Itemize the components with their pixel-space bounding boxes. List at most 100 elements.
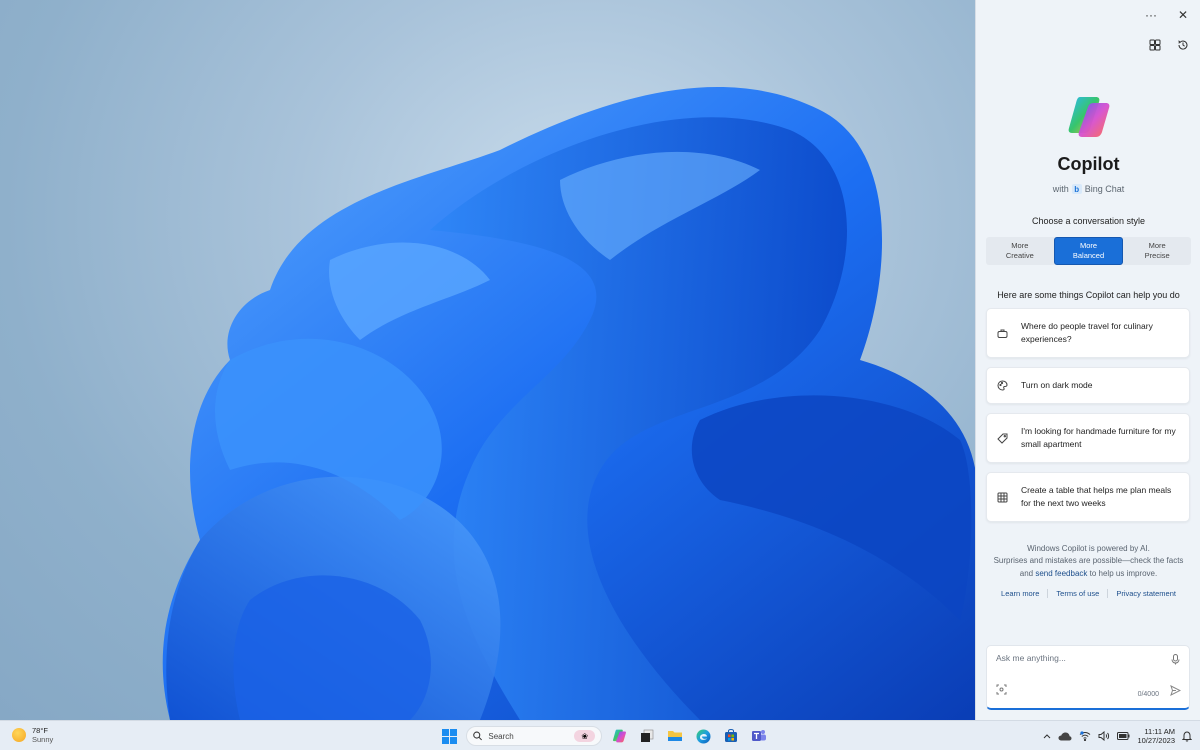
- conversation-style-selector: More Creative More Balanced More Precise: [986, 237, 1191, 265]
- edge-icon: [696, 729, 710, 743]
- start-button[interactable]: [438, 725, 460, 747]
- privacy-statement-link[interactable]: Privacy statement: [1116, 589, 1176, 598]
- teams-button[interactable]: [748, 725, 770, 747]
- palette-icon: [997, 380, 1015, 391]
- style-more-precise-button[interactable]: More Precise: [1123, 237, 1191, 265]
- more-options-button[interactable]: ···: [1142, 6, 1160, 24]
- style-line1: More: [1079, 241, 1098, 251]
- clock-date: 10/27/2023: [1137, 736, 1175, 745]
- suggestions-heading: Here are some things Copilot can help yo…: [997, 290, 1180, 300]
- microphone-icon: [1171, 654, 1180, 665]
- disclaimer-line1: Windows Copilot is powered by AI.: [1027, 544, 1150, 553]
- copilot-logo: [976, 95, 1200, 139]
- microphone-button[interactable]: [1171, 652, 1180, 670]
- send-feedback-link[interactable]: send feedback: [1035, 569, 1087, 578]
- add-screenshot-button[interactable]: [996, 682, 1007, 700]
- suggestion-text: Turn on dark mode: [1021, 380, 1093, 391]
- weather-condition: Sunny: [32, 735, 54, 744]
- plugins-button[interactable]: [1146, 36, 1164, 54]
- onedrive-button[interactable]: [1058, 732, 1072, 741]
- suggestion-card[interactable]: Where do people travel for culinary expe…: [986, 308, 1190, 358]
- microsoft-store-button[interactable]: [720, 725, 742, 747]
- file-explorer-button[interactable]: [664, 725, 686, 747]
- sunny-icon: [12, 728, 26, 742]
- clock[interactable]: 11:11 AM 10/27/2023: [1137, 727, 1175, 746]
- style-line2: Balanced: [1072, 251, 1105, 260]
- style-more-creative-button[interactable]: More Creative: [986, 237, 1054, 265]
- bell-icon: [1182, 730, 1192, 742]
- clock-time: 11:11 AM: [1144, 726, 1175, 736]
- show-hidden-icons-button[interactable]: [1043, 733, 1051, 739]
- character-counter: 0/4000: [1137, 691, 1159, 698]
- store-icon: [725, 729, 737, 742]
- chevron-up-icon: [1044, 734, 1051, 739]
- copilot-logo-icon: [1068, 97, 1109, 137]
- history-icon: [1178, 40, 1188, 50]
- style-line1: More: [1011, 241, 1029, 251]
- close-icon: ✕: [1177, 8, 1189, 22]
- style-more-balanced-button[interactable]: More Balanced: [1053, 237, 1124, 265]
- copilot-title: Copilot: [1057, 154, 1120, 174]
- learn-more-link[interactable]: Learn more: [1001, 589, 1039, 598]
- style-line1: More: [1148, 241, 1166, 251]
- search-highlight-icon: ❀: [574, 730, 595, 742]
- ai-disclaimer: Windows Copilot is powered by AI. Surpri…: [988, 543, 1189, 580]
- pane-title-actions: ··· ✕: [1142, 6, 1192, 24]
- chat-input[interactable]: [996, 653, 1166, 663]
- close-button[interactable]: ✕: [1174, 6, 1192, 24]
- weather-widget[interactable]: 78°F Sunny: [12, 726, 53, 744]
- copilot-pane: ··· ✕ Copilot with b Bing Chat Choose a …: [975, 0, 1200, 720]
- style-line2: Creative: [1005, 251, 1034, 260]
- table-icon: [997, 492, 1015, 503]
- copilot-icon: [612, 729, 626, 743]
- task-view-icon: [641, 729, 654, 742]
- weather-temperature: 78°F: [32, 726, 48, 735]
- copilot-taskbar-button[interactable]: [608, 725, 630, 747]
- taskbar-search-input[interactable]: [488, 731, 569, 741]
- task-view-button[interactable]: [636, 725, 658, 747]
- link-divider: [1047, 589, 1049, 598]
- suggestion-card[interactable]: Turn on dark mode: [986, 367, 1190, 404]
- volume-button[interactable]: [1098, 731, 1110, 741]
- taskbar-search[interactable]: ❀: [466, 726, 602, 746]
- plugins-icon: [1149, 39, 1161, 51]
- taskbar: 78°F Sunny ❀: [0, 720, 1200, 750]
- history-button[interactable]: [1174, 36, 1192, 54]
- send-button[interactable]: [1170, 683, 1182, 701]
- wifi-icon: [1080, 731, 1091, 741]
- tag-icon: [997, 433, 1015, 444]
- footer-links: Learn more Terms of use Privacy statemen…: [976, 589, 1200, 598]
- onedrive-cloud-icon: [1058, 732, 1072, 740]
- subtitle-prefix: with: [1052, 184, 1069, 194]
- battery-icon: [1117, 732, 1130, 740]
- screenshot-icon: [996, 684, 1007, 695]
- taskbar-apps: ❀: [438, 724, 770, 748]
- desktop-wallpaper: [0, 0, 975, 720]
- disclaimer-line3: to help us improve.: [1087, 568, 1158, 578]
- windows-start-icon: [441, 728, 457, 744]
- ellipsis-icon: ···: [1145, 8, 1157, 22]
- network-button[interactable]: [1079, 731, 1091, 741]
- copilot-subtitle: with b Bing Chat: [976, 184, 1200, 194]
- suggestion-text: Create a table that helps me plan meals …: [1021, 485, 1172, 508]
- suitcase-icon: [997, 328, 1015, 339]
- teams-icon: [752, 730, 766, 741]
- battery-button[interactable]: [1117, 732, 1130, 740]
- suggestion-text: Where do people travel for culinary expe…: [1021, 321, 1153, 344]
- chat-composer: 0/4000: [986, 645, 1190, 710]
- subtitle-product: Bing Chat: [1084, 184, 1125, 194]
- volume-icon: [1098, 731, 1110, 741]
- bing-icon: b: [1071, 184, 1082, 194]
- suggestion-text: I'm looking for handmade furniture for m…: [1021, 426, 1176, 449]
- style-line2: Precise: [1144, 251, 1170, 260]
- edge-button[interactable]: [692, 725, 714, 747]
- bloom-wallpaper-graphic: [162, 87, 975, 720]
- suggestion-card[interactable]: Create a table that helps me plan meals …: [986, 472, 1190, 522]
- send-icon: [1170, 685, 1182, 696]
- link-divider: [1107, 589, 1109, 598]
- suggestion-card[interactable]: I'm looking for handmade furniture for m…: [986, 413, 1190, 463]
- terms-of-use-link[interactable]: Terms of use: [1056, 589, 1099, 598]
- search-icon: [473, 731, 482, 741]
- notifications-button[interactable]: [1182, 730, 1192, 742]
- conversation-style-label: Choose a conversation style: [1031, 216, 1146, 226]
